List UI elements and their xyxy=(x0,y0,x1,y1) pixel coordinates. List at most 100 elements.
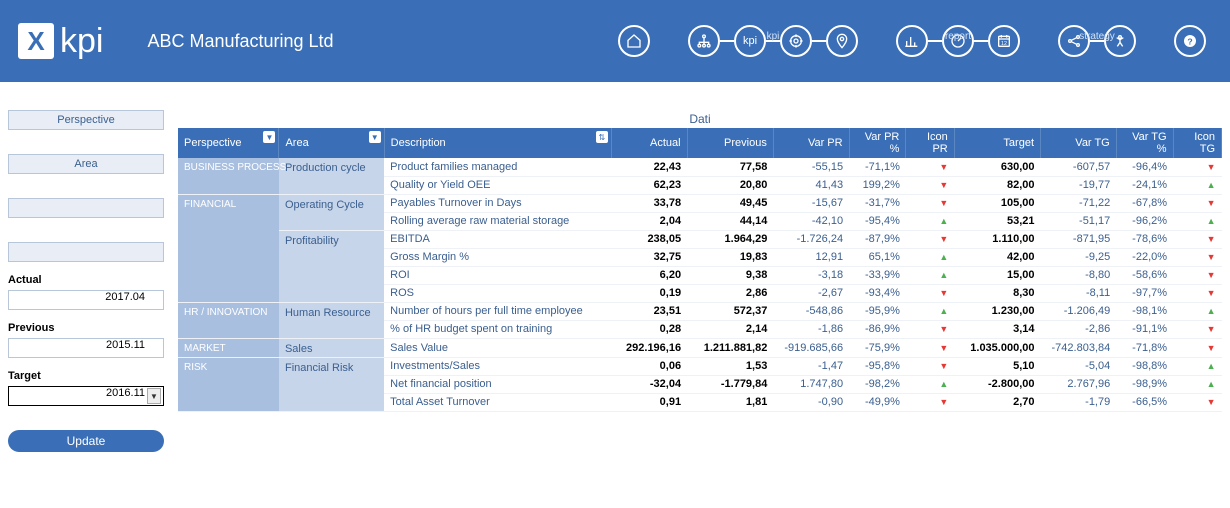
cell-area: Human Resource xyxy=(279,302,384,338)
logo-text: kpi xyxy=(60,22,103,61)
cell-var-pr-pct: -87,9% xyxy=(849,230,906,248)
help-icon[interactable]: ? xyxy=(1174,25,1206,57)
th-perspective[interactable]: Perspective▼ xyxy=(178,128,279,158)
blank-filter-1[interactable] xyxy=(8,198,164,218)
arrow-up-icon: ▲ xyxy=(1207,379,1216,389)
cell-icon-pr: ▼ xyxy=(906,338,954,357)
cell-icon-pr: ▼ xyxy=(906,176,954,194)
cell-var-pr: 12,91 xyxy=(773,248,849,266)
cell-desc: Net financial position xyxy=(384,375,611,393)
cell-target: -2.800,00 xyxy=(954,375,1040,393)
previous-label: Previous xyxy=(8,322,164,334)
cell-var-pr-pct: -95,9% xyxy=(849,302,906,320)
cell-var-pr-pct: -71,1% xyxy=(849,158,906,176)
kpi-icon[interactable]: kpi xyxy=(734,25,766,57)
cell-var-pr-pct: -75,9% xyxy=(849,338,906,357)
sort-icon[interactable]: ⇅ xyxy=(596,131,608,143)
arrow-up-icon: ▲ xyxy=(939,306,948,316)
cell-icon-pr: ▲ xyxy=(906,212,954,230)
company-name: ABC Manufacturing Ltd xyxy=(147,31,333,52)
cell-var-pr: -919.685,66 xyxy=(773,338,849,357)
cell-icon-tg: ▲ xyxy=(1173,375,1221,393)
hierarchy-icon[interactable] xyxy=(688,25,720,57)
cell-var-tg-pct: -96,2% xyxy=(1116,212,1173,230)
cell-var-tg: 2.767,96 xyxy=(1041,375,1117,393)
perspective-filter[interactable] xyxy=(8,110,164,130)
filter-icon[interactable]: ▼ xyxy=(263,131,275,143)
table-row: MARKETSalesSales Value292.196,161.211.88… xyxy=(178,338,1222,357)
cell-desc: ROI xyxy=(384,266,611,284)
arrow-up-icon: ▲ xyxy=(939,270,948,280)
cell-target: 8,30 xyxy=(954,284,1040,302)
cell-icon-tg: ▼ xyxy=(1173,338,1221,357)
th-description[interactable]: Description⇅ xyxy=(384,128,611,158)
arrow-down-icon: ▼ xyxy=(939,162,948,172)
cell-var-tg: -742.803,84 xyxy=(1041,338,1117,357)
cell-icon-tg: ▲ xyxy=(1173,176,1221,194)
cell-icon-tg: ▼ xyxy=(1173,194,1221,212)
th-var-tg-pct[interactable]: Var TG % xyxy=(1116,128,1173,158)
cell-var-tg-pct: -67,8% xyxy=(1116,194,1173,212)
area-filter[interactable] xyxy=(8,154,164,174)
th-target[interactable]: Target xyxy=(954,128,1040,158)
table-row: RISKFinancial RiskInvestments/Sales0,061… xyxy=(178,357,1222,375)
header-row: Perspective▼ Area▼ Description⇅ Actual P… xyxy=(178,128,1222,158)
cell-var-pr: -548,86 xyxy=(773,302,849,320)
arrow-up-icon: ▲ xyxy=(939,216,948,226)
cell-previous: 20,80 xyxy=(687,176,773,194)
th-var-pr[interactable]: Var PR xyxy=(773,128,849,158)
cell-target: 82,00 xyxy=(954,176,1040,194)
cell-desc: Rolling average raw material storage xyxy=(384,212,611,230)
cell-actual: 6,20 xyxy=(611,266,687,284)
cell-actual: 0,28 xyxy=(611,320,687,338)
cell-icon-pr: ▼ xyxy=(906,230,954,248)
cell-target: 1.230,00 xyxy=(954,302,1040,320)
cell-var-tg-pct: -78,6% xyxy=(1116,230,1173,248)
data-table: Perspective▼ Area▼ Description⇅ Actual P… xyxy=(178,128,1222,412)
actual-label: Actual xyxy=(8,274,164,286)
blank-filter-2[interactable] xyxy=(8,242,164,262)
cell-area: Sales xyxy=(279,338,384,357)
th-icon-tg[interactable]: Icon TG xyxy=(1173,128,1221,158)
th-actual[interactable]: Actual xyxy=(611,128,687,158)
cell-icon-tg: ▼ xyxy=(1173,320,1221,338)
cell-icon-tg: ▼ xyxy=(1173,266,1221,284)
pin-icon[interactable] xyxy=(826,25,858,57)
th-area[interactable]: Area▼ xyxy=(279,128,384,158)
calendar-icon[interactable]: 12 xyxy=(988,25,1020,57)
chart-icon[interactable] xyxy=(896,25,928,57)
arrow-down-icon: ▼ xyxy=(1207,324,1216,334)
logo-badge: X xyxy=(18,23,54,59)
cell-var-tg-pct: -91,1% xyxy=(1116,320,1173,338)
home-icon[interactable] xyxy=(618,25,650,57)
arrow-down-icon: ▼ xyxy=(939,180,948,190)
th-previous[interactable]: Previous xyxy=(687,128,773,158)
target-label: Target xyxy=(8,370,164,382)
content: Actual 2017.04 Previous 2015.11 Target 2… xyxy=(0,82,1230,460)
cell-var-tg-pct: -22,0% xyxy=(1116,248,1173,266)
cell-var-tg: -9,25 xyxy=(1041,248,1117,266)
cell-actual: -32,04 xyxy=(611,375,687,393)
cell-area: Financial Risk xyxy=(279,357,384,411)
th-var-tg[interactable]: Var TG xyxy=(1041,128,1117,158)
update-button[interactable]: Update xyxy=(8,430,164,452)
cell-var-pr-pct: -95,4% xyxy=(849,212,906,230)
filter-icon[interactable]: ▼ xyxy=(369,131,381,143)
previous-value[interactable]: 2015.11 xyxy=(8,338,164,358)
actual-value[interactable]: 2017.04 xyxy=(8,290,164,310)
cell-icon-pr: ▲ xyxy=(906,248,954,266)
cell-var-pr: -55,15 xyxy=(773,158,849,176)
nav-label-strategy: strategy xyxy=(1079,31,1115,42)
target-icon[interactable] xyxy=(780,25,812,57)
cell-icon-pr: ▼ xyxy=(906,284,954,302)
arrow-up-icon: ▲ xyxy=(1207,306,1216,316)
th-var-pr-pct[interactable]: Var PR % xyxy=(849,128,906,158)
cell-desc: ROS xyxy=(384,284,611,302)
cell-icon-tg: ▲ xyxy=(1173,357,1221,375)
target-value[interactable]: 2016.11 ▼ xyxy=(8,386,164,406)
chevron-down-icon[interactable]: ▼ xyxy=(147,388,161,404)
cell-previous: 2,14 xyxy=(687,320,773,338)
cell-actual: 22,43 xyxy=(611,158,687,176)
th-icon-pr[interactable]: Icon PR xyxy=(906,128,954,158)
cell-target: 1.035.000,00 xyxy=(954,338,1040,357)
